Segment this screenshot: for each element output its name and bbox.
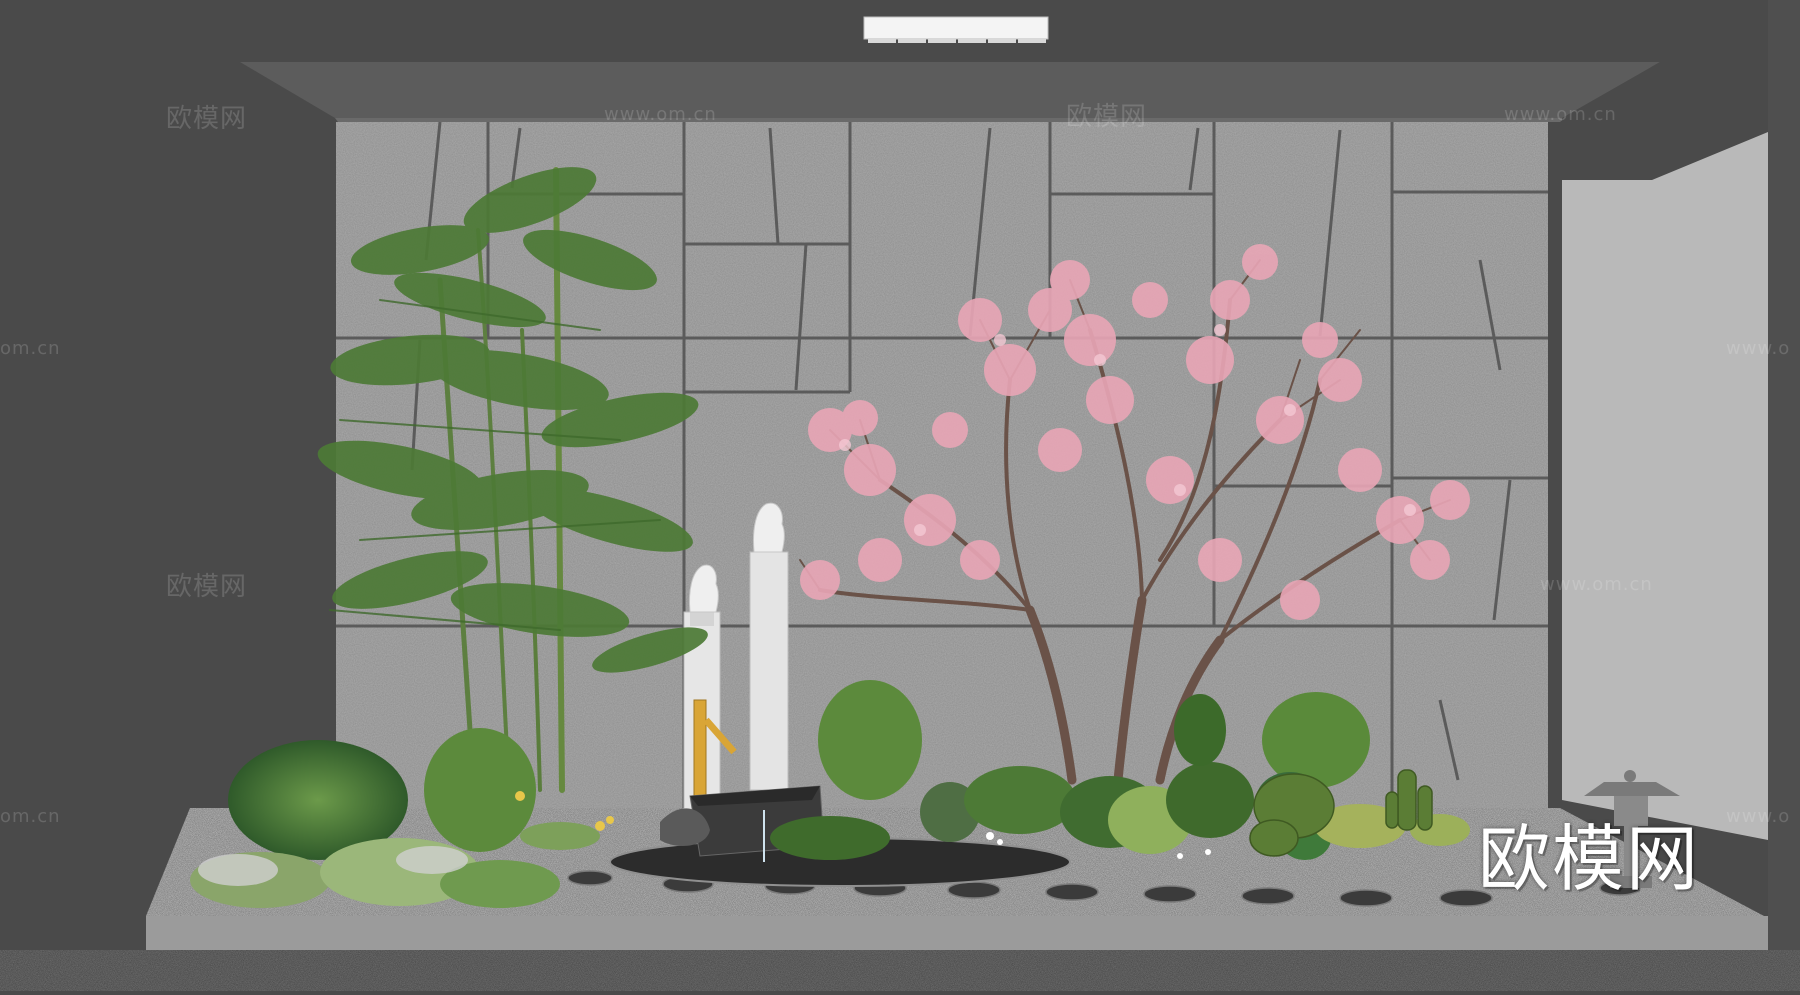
- watermark-logo: 欧模网: [166, 572, 248, 602]
- side-panel: [1562, 132, 1768, 840]
- brand-logo: 欧模网: [1478, 817, 1701, 901]
- watermark-logo: 欧模网: [166, 104, 248, 134]
- courtyard-render: 欧模网 www.om.cn 欧模网 www.om.cn om.cn www.o …: [0, 0, 1800, 991]
- watermark-site: www.om.cn: [1504, 104, 1617, 125]
- watermark-site: www.om.cn: [604, 104, 717, 125]
- ceiling-recess-inner: [335, 118, 1565, 122]
- watermark-site: www.om.cn: [1540, 574, 1653, 595]
- watermark-site-cut-right: www.o: [1726, 338, 1791, 359]
- ceiling-light-icon: [863, 16, 1049, 43]
- watermark-site-cut-left: om.cn: [0, 338, 61, 359]
- watermark-site-cut-right: www.o: [1726, 806, 1791, 827]
- watermark-logo: 欧模网: [1066, 102, 1148, 132]
- room-right-edge: [1768, 0, 1800, 991]
- watermark-site-cut-left: om.cn: [0, 806, 61, 827]
- plinth-front: [146, 916, 1768, 950]
- ceiling-recess: [240, 62, 1660, 118]
- floor-texture: [0, 950, 1800, 991]
- stone-pillar-right: [749, 551, 789, 791]
